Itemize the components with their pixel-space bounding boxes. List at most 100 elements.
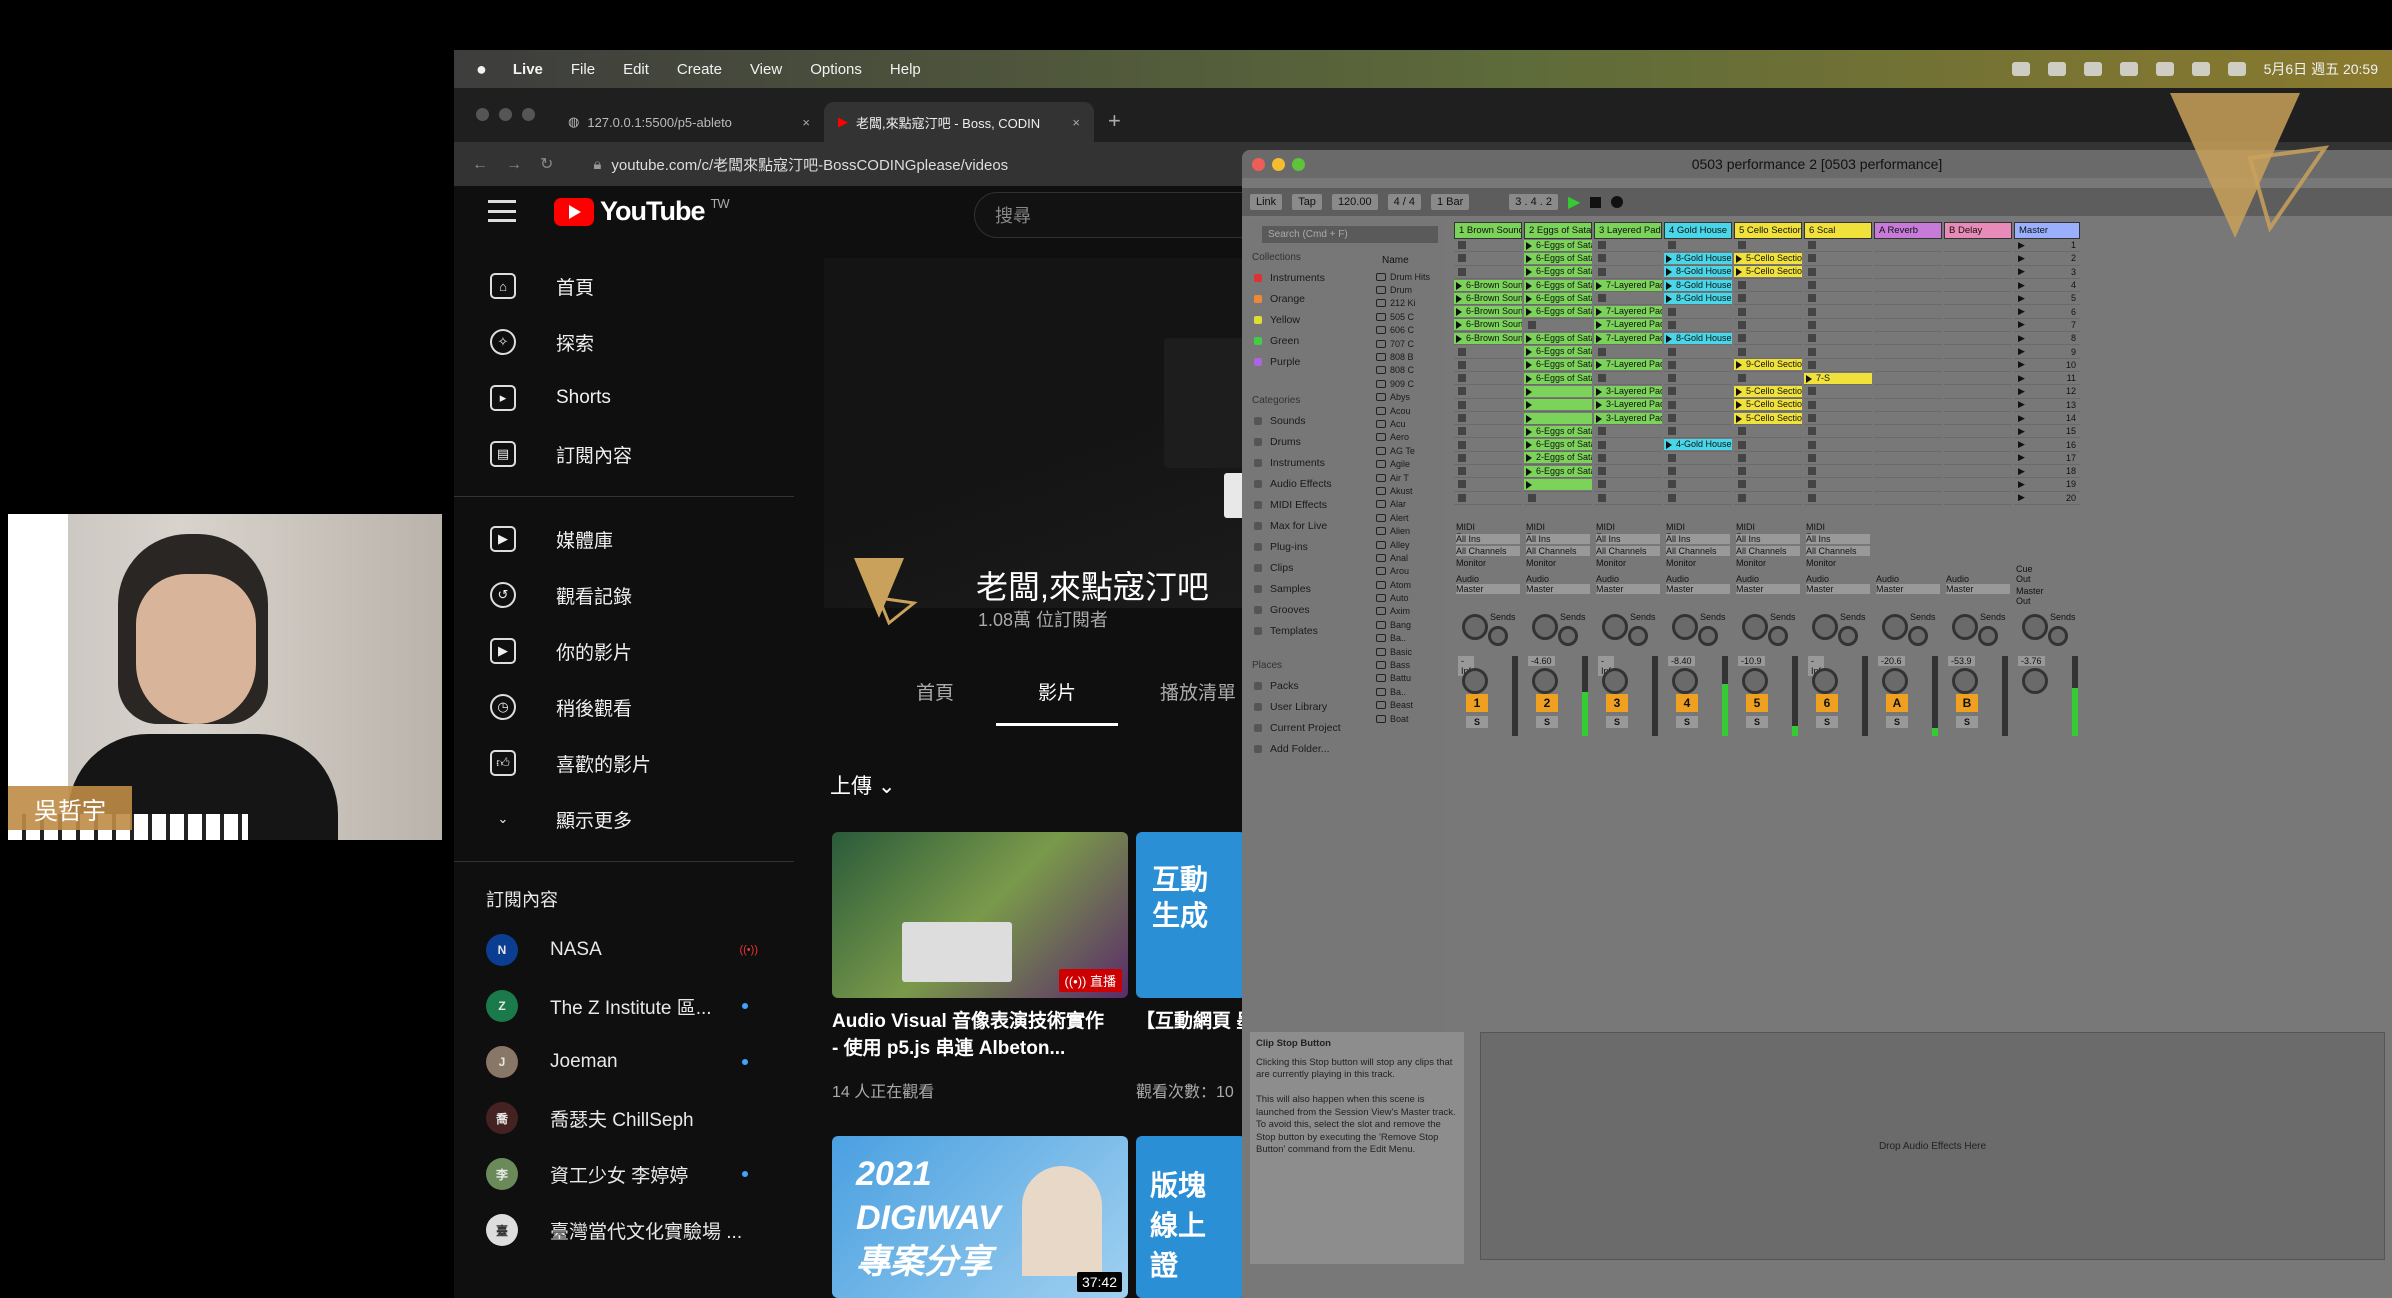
stop-button[interactable]: [1668, 374, 1676, 383]
clip-slot[interactable]: 6-Eggs of Satan: [1524, 425, 1592, 439]
browser-item[interactable]: 212 Ki: [1372, 297, 1448, 310]
clip-slot[interactable]: 6-Eggs of Satan: [1524, 438, 1592, 452]
clip-slot[interactable]: 2-Eggs of Satan: [1524, 452, 1592, 466]
clip-slot[interactable]: 3-Layered Pad: [1594, 385, 1662, 399]
quantize-menu[interactable]: 1 Bar: [1431, 194, 1470, 210]
clip-slot[interactable]: [1454, 492, 1522, 505]
mixer-master[interactable]: Master: [1806, 584, 1870, 594]
browser-item[interactable]: Ba..: [1372, 632, 1448, 645]
mixer-master[interactable]: Master: [1876, 584, 1940, 594]
scene-launch-icon[interactable]: ▶: [2018, 240, 2025, 251]
sidebar-item-subscriptions[interactable]: ▤ 訂閱內容: [454, 426, 794, 482]
clip-slot[interactable]: ▶ 14: [2014, 412, 2080, 426]
stop-button[interactable]: [1808, 427, 1816, 436]
scene-launch-icon[interactable]: ▶: [2018, 346, 2025, 357]
clip[interactable]: 6-Eggs of Satan: [1524, 439, 1592, 451]
stop-button[interactable]: [1458, 427, 1466, 436]
subscription-item[interactable]: N NASA ((•)): [454, 922, 794, 978]
solo-button[interactable]: S: [1956, 716, 1978, 728]
track-header[interactable]: 2 Eggs of Sata: [1524, 222, 1592, 239]
clip-slot[interactable]: [1944, 345, 2012, 359]
solo-button[interactable]: S: [1886, 716, 1908, 728]
clip-slot[interactable]: [1454, 372, 1522, 386]
clip[interactable]: 7-Layered Pad: [1594, 319, 1662, 331]
clip-slot[interactable]: [1804, 385, 1872, 399]
stop-button[interactable]: [1668, 347, 1676, 356]
clip-slot[interactable]: ▶ 16: [2014, 438, 2080, 452]
pan-knob[interactable]: [1882, 668, 1908, 694]
clip[interactable]: 6-Eggs of Satan: [1524, 372, 1592, 384]
stop-button[interactable]: [1738, 281, 1746, 290]
clip[interactable]: 6-Brown Sound: [1454, 306, 1522, 318]
video-thumbnail[interactable]: 互動 生成: [1136, 832, 1246, 998]
send-knob[interactable]: [1838, 626, 1858, 646]
track-activator[interactable]: 4: [1676, 694, 1698, 712]
clip[interactable]: 3-Layered Pad: [1594, 412, 1662, 424]
send-knob[interactable]: [1768, 626, 1788, 646]
track-activator[interactable]: 3: [1606, 694, 1628, 712]
minimize-dot[interactable]: [499, 108, 512, 121]
clip-slot[interactable]: [1734, 425, 1802, 439]
clip[interactable]: 3-Layered Pad: [1594, 399, 1662, 411]
pan-knob[interactable]: [1462, 668, 1488, 694]
send-knob[interactable]: [1882, 614, 1908, 640]
pan-knob[interactable]: [2022, 668, 2048, 694]
clip-slot[interactable]: [1594, 478, 1662, 492]
clip-slot[interactable]: [1804, 319, 1872, 333]
clip-slot[interactable]: [1804, 438, 1872, 452]
clip-slot[interactable]: ▶ 17: [2014, 452, 2080, 466]
stop-button[interactable]: [1598, 294, 1606, 303]
track-activator[interactable]: B: [1956, 694, 1978, 712]
track-header[interactable]: A Reverb: [1874, 222, 1942, 239]
video-thumbnail[interactable]: ((•)) 直播: [832, 832, 1128, 998]
clip-slot[interactable]: [1594, 266, 1662, 279]
zoom-dot[interactable]: [1292, 158, 1305, 171]
stop-button[interactable]: [1598, 467, 1606, 476]
clip-slot[interactable]: 6-Eggs of Satan: [1524, 279, 1592, 293]
mixer-all-ins[interactable]: All Ins: [1736, 534, 1800, 544]
stop-button[interactable]: [1738, 480, 1746, 489]
clip-slot[interactable]: [1944, 332, 2012, 346]
stop-button[interactable]: [1808, 467, 1816, 476]
scene-launch-icon[interactable]: ▶: [2018, 492, 2025, 503]
clip-slot[interactable]: 8-Gold House: [1664, 332, 1732, 346]
stop-button[interactable]: [1738, 320, 1746, 329]
mixer-master[interactable]: Master: [1526, 584, 1590, 594]
browser-item[interactable]: Basic: [1372, 645, 1448, 658]
clip-slot[interactable]: 6-Eggs of Satan: [1524, 266, 1592, 279]
clip-slot[interactable]: [1524, 399, 1592, 412]
scene-launch-icon[interactable]: ▶: [2018, 399, 2025, 410]
browser-item[interactable]: Bass: [1372, 658, 1448, 671]
mixer-all-channels[interactable]: All Channels: [1736, 546, 1800, 556]
track-activator[interactable]: 6: [1816, 694, 1838, 712]
stop-button[interactable]: [1808, 241, 1816, 250]
clip-slot[interactable]: [1874, 266, 1942, 279]
pan-knob[interactable]: [1532, 668, 1558, 694]
clip-slot[interactable]: [1454, 239, 1522, 253]
clip-slot[interactable]: [1524, 385, 1592, 399]
clip-slot[interactable]: [1804, 305, 1872, 319]
clip-slot[interactable]: ▶ 4: [2014, 279, 2080, 293]
clip[interactable]: [1524, 412, 1592, 424]
clip-slot[interactable]: 5-Cello Section: [1734, 385, 1802, 399]
browser-item[interactable]: Drum Hits: [1372, 270, 1448, 283]
stop-button[interactable]: [1458, 387, 1466, 396]
clip-slot[interactable]: [1734, 305, 1802, 319]
clip[interactable]: 6-Eggs of Satan: [1524, 239, 1592, 251]
browser-search[interactable]: Search (Cmd + F): [1262, 226, 1438, 243]
clip-slot[interactable]: [1944, 412, 2012, 426]
browser-item[interactable]: Ba..: [1372, 685, 1448, 698]
subscription-item[interactable]: Z The Z Institute 區...: [454, 978, 794, 1034]
mixer-master[interactable]: Master: [1736, 584, 1800, 594]
clip[interactable]: 6-Brown Sound: [1454, 292, 1522, 304]
tab-home[interactable]: 首頁: [874, 678, 996, 726]
send-knob[interactable]: [1532, 614, 1558, 640]
volume-value[interactable]: -4.60: [1528, 656, 1555, 666]
clip[interactable]: 8-Gold House: [1664, 266, 1732, 278]
clip-slot[interactable]: [1804, 266, 1872, 279]
mixer-all-channels[interactable]: All Channels: [1526, 546, 1590, 556]
clip-slot[interactable]: [1454, 385, 1522, 399]
browser-item[interactable]: Alien: [1372, 524, 1448, 537]
battery-icon[interactable]: [2191, 62, 2210, 76]
close-icon[interactable]: ×: [1072, 115, 1080, 130]
